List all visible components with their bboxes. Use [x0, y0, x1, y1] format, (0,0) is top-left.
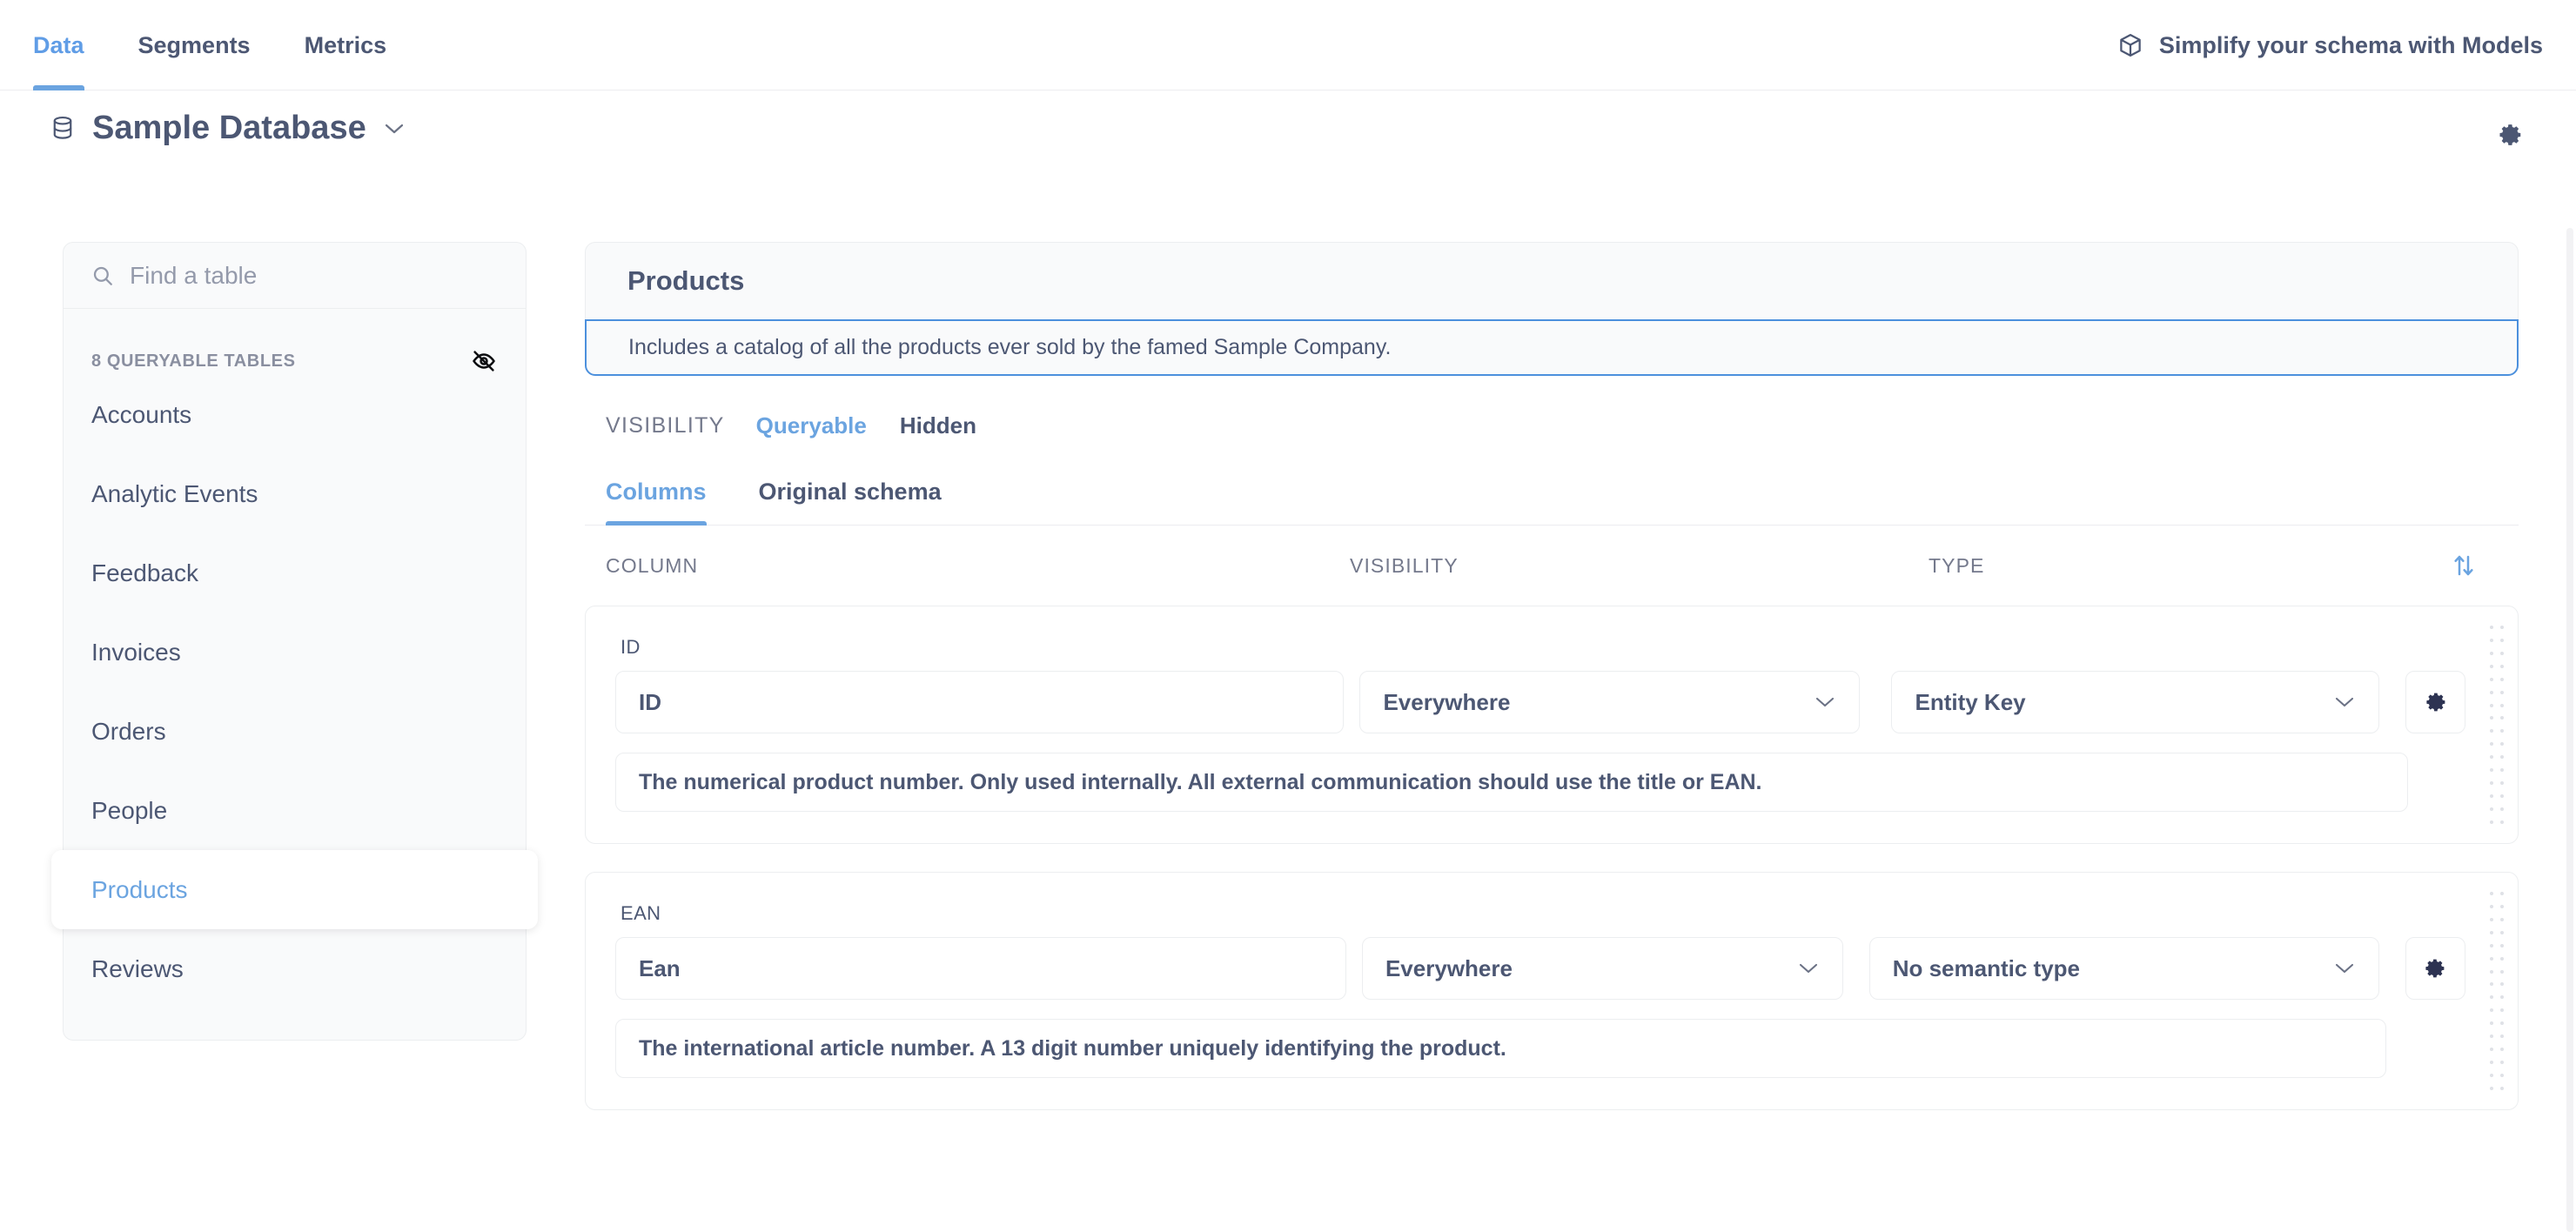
column-semantic-type-value: No semantic type [1893, 955, 2080, 982]
eye-crossed-icon[interactable] [470, 347, 498, 375]
tables-list: 8 QUERYABLE TABLES Accounts Analytic Eve… [64, 309, 526, 1040]
sidebar-item-invoices[interactable]: Invoices [64, 613, 526, 692]
column-description-input[interactable]: The international article number. A 13 d… [615, 1019, 2386, 1078]
column-settings-button[interactable] [2405, 671, 2465, 733]
nav-tab-segments-label: Segments [138, 32, 251, 59]
column-settings-button[interactable] [2405, 937, 2465, 1000]
chevron-down-icon [1814, 695, 1836, 709]
database-icon [50, 116, 75, 142]
tables-sidebar: Find a table 8 QUERYABLE TABLES Accounts… [63, 242, 527, 1041]
sidebar-item-people[interactable]: People [64, 771, 526, 850]
column-semantic-type-select[interactable]: No semantic type [1869, 937, 2379, 1000]
sidebar-item-reviews[interactable]: Reviews [64, 929, 526, 1008]
visibility-option-hidden[interactable]: Hidden [900, 412, 976, 439]
sidebar-item-label: Analytic Events [91, 480, 258, 508]
column-semantic-type-select[interactable]: Entity Key [1891, 671, 2379, 733]
models-promo-label: Simplify your schema with Models [2159, 32, 2543, 59]
column-visibility-select[interactable]: Everywhere [1362, 937, 1843, 1000]
header-visibility: VISIBILITY [1350, 554, 1929, 578]
sidebar-item-accounts[interactable]: Accounts [64, 375, 526, 454]
tab-columns-label: Columns [606, 479, 707, 505]
table-row: ID ID Everywhere Entity Key [585, 606, 2519, 844]
database-settings-button[interactable] [2498, 122, 2524, 148]
drag-grip-icon[interactable] [2490, 626, 2504, 824]
chevron-down-icon [2333, 695, 2356, 709]
sidebar-item-label: Reviews [91, 955, 184, 983]
column-visibility-value: Everywhere [1383, 689, 1510, 716]
column-semantic-type-value: Entity Key [1915, 689, 2025, 716]
sidebar-item-label: Feedback [91, 559, 198, 587]
header-column: COLUMN [606, 554, 1350, 578]
table-name-input[interactable]: Products [627, 265, 744, 297]
database-selector[interactable]: Sample Database [50, 110, 405, 147]
app-root: Data Segments Metrics Simplify your sche… [0, 0, 2576, 1232]
table-visibility-label: VISIBILITY [606, 413, 725, 439]
search-input[interactable]: Find a table [130, 262, 257, 290]
table-description-card: Includes a catalog of all the products e… [585, 319, 2519, 376]
column-display-name-input[interactable]: Ean [615, 937, 1346, 1000]
sidebar-item-analytic-events[interactable]: Analytic Events [64, 454, 526, 533]
nav-tab-metrics-label: Metrics [305, 32, 387, 59]
gear-icon [2424, 690, 2448, 714]
column-controls: ID Everywhere Entity Key [615, 671, 2465, 733]
tab-columns[interactable]: Columns [606, 479, 707, 525]
table-row: EAN Ean Everywhere No semantic type [585, 872, 2519, 1110]
sidebar-item-label: Invoices [91, 639, 181, 666]
table-metadata-panel: Products Includes a catalog of all the p… [585, 242, 2519, 1138]
column-display-name-input[interactable]: ID [615, 671, 1344, 733]
table-description-input[interactable]: Includes a catalog of all the products e… [628, 335, 1391, 360]
header-type: TYPE [1929, 554, 2519, 578]
column-original-name: ID [621, 636, 2465, 659]
database-title: Sample Database [92, 110, 366, 147]
tab-original-schema-label: Original schema [759, 479, 942, 505]
table-name-card: Products [585, 242, 2519, 320]
drag-grip-icon[interactable] [2490, 892, 2504, 1090]
sort-arrows-icon[interactable] [2451, 552, 2477, 579]
tables-count-label: 8 QUERYABLE TABLES [91, 352, 296, 372]
top-navigation-bar: Data Segments Metrics Simplify your sche… [0, 0, 2576, 90]
column-visibility-value: Everywhere [1385, 955, 1513, 982]
chevron-down-icon [1797, 961, 1820, 975]
search-icon [91, 264, 114, 287]
sidebar-item-label: Accounts [91, 401, 191, 429]
gear-icon [2423, 956, 2447, 981]
model-cube-icon [2117, 32, 2143, 58]
nav-tab-segments[interactable]: Segments [138, 0, 251, 90]
nav-tabs: Data Segments Metrics [33, 0, 440, 90]
page-scrollbar[interactable] [2566, 228, 2573, 1232]
columns-table-header: COLUMN VISIBILITY TYPE [585, 526, 2519, 606]
table-visibility-row: VISIBILITY Queryable Hidden [585, 412, 2519, 439]
tab-original-schema[interactable]: Original schema [759, 479, 942, 525]
database-header: Sample Database [0, 90, 2576, 186]
column-original-name: EAN [621, 902, 2465, 925]
chevron-down-icon [2333, 961, 2356, 975]
table-search-row[interactable]: Find a table [64, 243, 526, 309]
nav-tab-data[interactable]: Data [33, 0, 84, 90]
sidebar-item-feedback[interactable]: Feedback [64, 533, 526, 613]
chevron-down-icon [384, 122, 405, 135]
column-description-input[interactable]: The numerical product number. Only used … [615, 753, 2408, 812]
models-promo-link[interactable]: Simplify your schema with Models [2117, 0, 2543, 90]
metadata-subtabs: Columns Original schema [585, 479, 2519, 526]
tables-section-header: 8 QUERYABLE TABLES [64, 309, 526, 375]
nav-tab-data-label: Data [33, 32, 84, 59]
nav-tab-metrics[interactable]: Metrics [305, 0, 387, 90]
sidebar-item-orders[interactable]: Orders [64, 692, 526, 771]
gear-icon [2498, 122, 2524, 148]
column-controls: Ean Everywhere No semantic type [615, 937, 2465, 1000]
sidebar-item-label: Products [91, 876, 188, 904]
column-visibility-select[interactable]: Everywhere [1359, 671, 1860, 733]
sidebar-item-products[interactable]: Products [51, 850, 538, 929]
sidebar-item-label: Orders [91, 718, 166, 746]
visibility-option-queryable[interactable]: Queryable [756, 412, 867, 439]
sidebar-item-label: People [91, 797, 167, 825]
